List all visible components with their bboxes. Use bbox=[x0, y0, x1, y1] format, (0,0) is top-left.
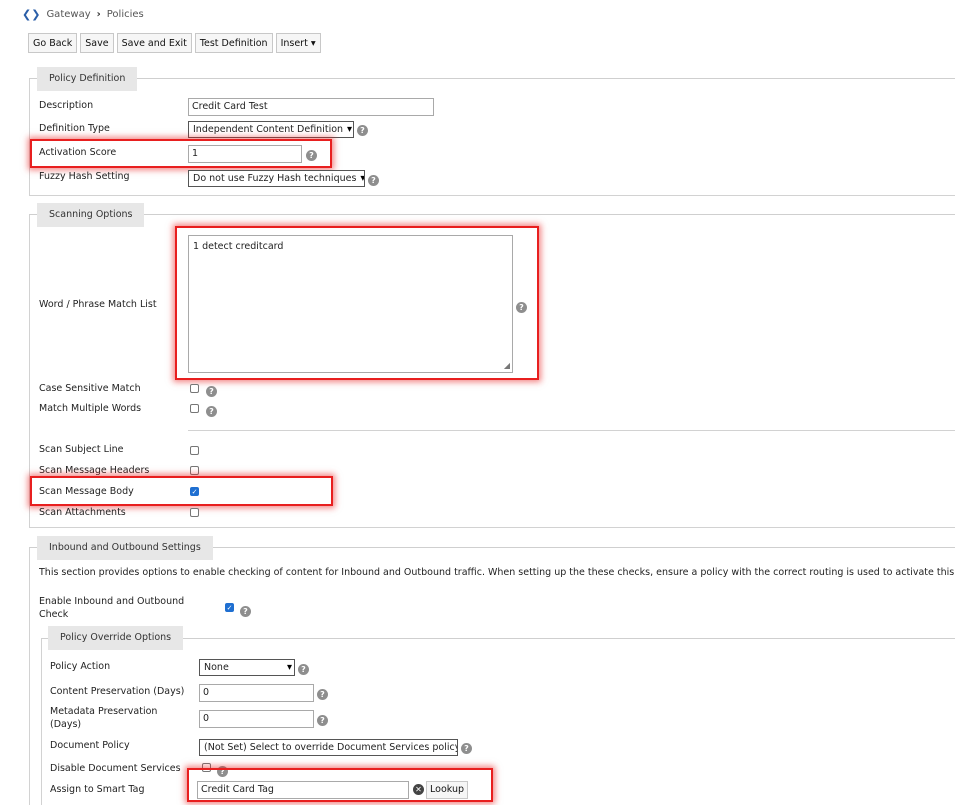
content-preservation-input[interactable]: 0 bbox=[199, 684, 314, 702]
disable-doc-services-label: Disable Document Services bbox=[50, 763, 181, 774]
match-multiple-label: Match Multiple Words bbox=[39, 403, 142, 414]
inbound-outbound-description: This section provides options to enable … bbox=[39, 567, 955, 578]
policy-action-select[interactable]: None ▾ bbox=[199, 659, 295, 676]
help-icon[interactable]: ? bbox=[461, 743, 472, 754]
metadata-preservation-label-line2: (Days) bbox=[50, 719, 82, 730]
chevron-down-icon: ▾ bbox=[310, 38, 316, 49]
scan-subject-checkbox[interactable] bbox=[190, 446, 199, 455]
document-policy-select[interactable]: (Not Set) Select to override Document Se… bbox=[199, 739, 458, 756]
policy-definition-section bbox=[29, 78, 955, 196]
chevron-down-icon: ▾ bbox=[347, 124, 353, 135]
policy-override-section bbox=[41, 638, 955, 805]
help-icon[interactable]: ? bbox=[516, 302, 527, 313]
breadcrumb-policies[interactable]: Policies bbox=[107, 9, 144, 20]
help-icon[interactable]: ? bbox=[206, 406, 217, 417]
activation-score-input[interactable]: 1 bbox=[188, 145, 302, 163]
description-input[interactable]: Credit Card Test bbox=[188, 98, 434, 116]
insert-label: Insert bbox=[280, 38, 308, 49]
enable-check-label-line1: Enable Inbound and Outbound bbox=[39, 596, 185, 607]
scan-subject-label: Scan Subject Line bbox=[39, 444, 124, 455]
case-sensitive-label: Case Sensitive Match bbox=[39, 383, 141, 394]
lookup-button[interactable]: Lookup bbox=[426, 781, 469, 799]
content-preservation-label: Content Preservation (Days) bbox=[50, 686, 185, 697]
save-button[interactable]: Save bbox=[80, 33, 114, 53]
word-list-value: 1 detect creditcard bbox=[193, 241, 284, 252]
word-list-textarea[interactable]: 1 detect creditcard ◢ bbox=[188, 235, 513, 373]
word-list-label: Word / Phrase Match List bbox=[39, 299, 157, 310]
breadcrumb-gateway[interactable]: Gateway bbox=[46, 9, 90, 20]
save-and-exit-button[interactable]: Save and Exit bbox=[116, 33, 192, 53]
policy-definition-legend: Policy Definition bbox=[37, 67, 138, 91]
scan-headers-checkbox[interactable] bbox=[190, 466, 199, 475]
definition-type-select[interactable]: Independent Content Definition ▾ bbox=[188, 121, 354, 138]
divider bbox=[188, 430, 955, 431]
chevron-down-icon: ▾ bbox=[286, 662, 292, 673]
document-policy-value: (Not Set) Select to override Document Se… bbox=[204, 742, 458, 753]
definition-type-label: Definition Type bbox=[39, 123, 110, 134]
help-icon[interactable]: ? bbox=[317, 715, 328, 726]
breadcrumb-separator-icon: › bbox=[96, 8, 101, 20]
scan-attachments-checkbox[interactable] bbox=[190, 508, 199, 517]
inbound-outbound-legend: Inbound and Outbound Settings bbox=[37, 536, 213, 560]
description-label: Description bbox=[39, 100, 94, 111]
smart-tag-label: Assign to Smart Tag bbox=[50, 784, 145, 795]
help-icon[interactable]: ? bbox=[357, 125, 368, 136]
activation-score-label: Activation Score bbox=[39, 147, 117, 158]
fuzzy-hash-label: Fuzzy Hash Setting bbox=[39, 171, 130, 182]
help-icon[interactable]: ? bbox=[368, 175, 379, 186]
scan-body-checkbox[interactable]: ✓ bbox=[190, 487, 199, 496]
enable-check-label-line2: Check bbox=[39, 609, 69, 620]
toolbar: Go Back Save Save and Exit Test Definiti… bbox=[28, 33, 321, 53]
document-policy-label: Document Policy bbox=[50, 740, 130, 751]
help-icon[interactable]: ? bbox=[298, 664, 309, 675]
help-icon[interactable]: ? bbox=[306, 150, 317, 161]
scanning-options-legend: Scanning Options bbox=[37, 203, 145, 227]
help-icon[interactable]: ? bbox=[240, 606, 251, 617]
definition-type-value: Independent Content Definition bbox=[193, 124, 344, 135]
test-definition-button[interactable]: Test Definition bbox=[194, 33, 273, 53]
policy-action-value: None bbox=[204, 662, 229, 673]
metadata-preservation-input[interactable]: 0 bbox=[199, 710, 314, 728]
go-back-button[interactable]: Go Back bbox=[28, 33, 78, 53]
metadata-preservation-label-line1: Metadata Preservation bbox=[50, 706, 158, 717]
policy-action-label: Policy Action bbox=[50, 661, 111, 672]
resize-handle-icon[interactable]: ◢ bbox=[504, 361, 510, 370]
app-logo-icon: ❮❯ bbox=[22, 7, 41, 21]
clear-icon[interactable]: ✕ bbox=[413, 784, 424, 795]
breadcrumb: ❮❯ Gateway › Policies bbox=[22, 7, 144, 21]
enable-check-checkbox[interactable]: ✓ bbox=[225, 603, 234, 612]
case-sensitive-checkbox[interactable] bbox=[190, 384, 199, 393]
scan-body-label: Scan Message Body bbox=[39, 486, 134, 497]
help-icon[interactable]: ? bbox=[317, 689, 328, 700]
help-icon[interactable]: ? bbox=[206, 386, 217, 397]
metadata-preservation-label: Metadata Preservation (Days) bbox=[50, 706, 157, 730]
enable-check-label: Enable Inbound and Outbound Check bbox=[39, 596, 184, 620]
match-multiple-checkbox[interactable] bbox=[190, 404, 199, 413]
smart-tag-input[interactable]: Credit Card Tag bbox=[197, 781, 409, 799]
scan-headers-label: Scan Message Headers bbox=[39, 465, 150, 476]
fuzzy-hash-value: Do not use Fuzzy Hash techniques bbox=[193, 173, 357, 184]
chevron-down-icon: ▾ bbox=[360, 173, 365, 184]
policy-override-legend: Policy Override Options bbox=[48, 626, 184, 650]
fuzzy-hash-select[interactable]: Do not use Fuzzy Hash techniques ▾ bbox=[188, 170, 365, 187]
insert-dropdown-button[interactable]: Insert ▾ bbox=[275, 33, 321, 53]
scan-attachments-label: Scan Attachments bbox=[39, 507, 126, 518]
